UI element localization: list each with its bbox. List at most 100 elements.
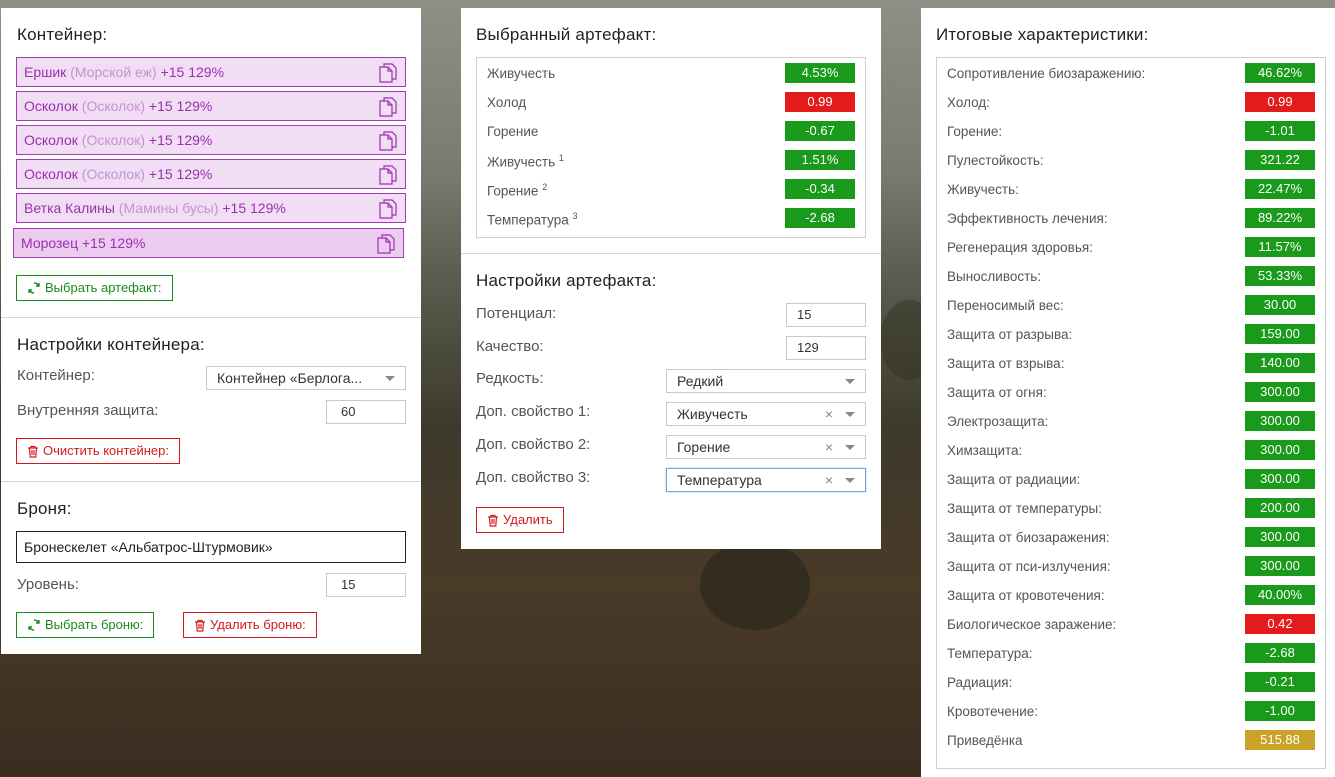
stat-value-badge: 4.53%	[785, 63, 855, 83]
stat-name: Электрозащита:	[947, 414, 1048, 429]
stat-value-badge: 0.99	[785, 92, 855, 112]
artifact-item[interactable]: Ершик (Морской еж) +15 129%	[16, 57, 406, 87]
stat-name-text: Химзащита:	[947, 443, 1023, 458]
stat-value-badge: 140.00	[1245, 353, 1315, 373]
stat-value-badge: 300.00	[1245, 469, 1315, 489]
prop1-label: Доп. свойство 1:	[476, 403, 591, 420]
stat-name-text: Живучесть:	[947, 182, 1019, 197]
artifact-item[interactable]: Осколок (Осколок) +15 129%	[16, 159, 406, 189]
artifact-stats-table: Живучесть 4.53% Холод 0.99 Горение -0.67 Живуч…	[476, 57, 866, 238]
stat-name-text: Холод:	[947, 95, 990, 110]
select-armor-button[interactable]: Выбрать броню:	[16, 612, 155, 638]
select-artifact-button[interactable]: Выбрать артефакт:	[16, 275, 173, 301]
artifact-item[interactable]: Осколок (Осколок) +15 129%	[16, 91, 406, 121]
artifact-item[interactable]: Морозец +15 129%	[13, 228, 404, 258]
inner-protection-label: Внутренняя защита:	[17, 402, 159, 419]
trash-icon	[488, 514, 498, 527]
stat-value-badge: 40.00%	[1245, 585, 1315, 605]
container-select[interactable]: Контейнер «Берлога...	[206, 366, 406, 390]
stat-name-text: Кровотечение:	[947, 704, 1038, 719]
container-title: Контейнер:	[17, 25, 108, 44]
stat-superscript: 2	[542, 182, 548, 192]
prop3-select[interactable]: Температура ×	[666, 468, 866, 492]
clear-icon[interactable]: ×	[825, 436, 833, 458]
armor-field[interactable]: Бронескелет «Альбатрос-Штурмовик»	[16, 531, 406, 563]
copy-document-icon[interactable]	[379, 165, 397, 185]
stat-name-text: Холод	[487, 95, 527, 110]
stat-row: Кровотечение: -1.00	[937, 698, 1325, 727]
stat-superscript: 1	[558, 153, 564, 163]
artifact-item[interactable]: Осколок (Осколок) +15 129%	[16, 125, 406, 155]
prop1-select[interactable]: Живучесть ×	[666, 402, 866, 426]
stat-value-badge: 300.00	[1245, 527, 1315, 547]
stat-value-badge: 300.00	[1245, 382, 1315, 402]
quality-input[interactable]: 129	[786, 336, 866, 360]
inner-protection-input[interactable]: 60	[326, 400, 406, 424]
copy-document-icon[interactable]	[377, 234, 395, 254]
copy-document-icon[interactable]	[379, 63, 397, 83]
stat-name-text: Горение	[487, 124, 539, 139]
artifact-name: Морозец	[21, 235, 79, 251]
stat-name: Химзащита:	[947, 443, 1022, 458]
chevron-down-icon	[845, 445, 855, 450]
totals-stats-table: Сопротивление биозаражению: 46.62% Холод: 0…	[936, 57, 1326, 769]
potential-input[interactable]: 15	[786, 303, 866, 327]
stat-row: Регенерация здоровья: 11.57%	[937, 234, 1325, 263]
copy-document-icon[interactable]	[379, 97, 397, 117]
stat-name: Живучесть:	[947, 182, 1019, 197]
divider	[461, 253, 881, 254]
stat-row: Защита от пси-излучения: 300.00	[937, 553, 1325, 582]
level-input[interactable]: 15	[326, 573, 406, 597]
stat-name: Горение	[487, 124, 538, 139]
stat-name: Защита от радиации:	[947, 472, 1080, 487]
clear-container-button[interactable]: Очистить контейнер:	[16, 438, 180, 464]
stat-superscript: 3	[572, 211, 578, 221]
stat-name: Холод:	[947, 95, 990, 110]
prop2-select[interactable]: Горение ×	[666, 435, 866, 459]
rarity-label: Редкость:	[476, 370, 544, 387]
stat-row: Живучесть: 22.47%	[937, 176, 1325, 205]
stat-value-badge: 46.62%	[1245, 63, 1315, 83]
clear-icon[interactable]: ×	[825, 403, 833, 425]
quality-label: Качество:	[476, 338, 544, 355]
copy-document-icon[interactable]	[379, 131, 397, 151]
stat-row: Химзащита: 300.00	[937, 437, 1325, 466]
chevron-down-icon	[385, 376, 395, 381]
rarity-select[interactable]: Редкий	[666, 369, 866, 393]
delete-armor-button[interactable]: Удалить броню:	[183, 612, 317, 638]
stat-name-text: Живучесть	[487, 66, 556, 81]
stat-value-badge: 321.22	[1245, 150, 1315, 170]
artifact-settings-title: Настройки артефакта:	[476, 271, 657, 290]
chevron-down-icon	[845, 478, 855, 483]
copy-document-icon[interactable]	[379, 199, 397, 219]
stat-name: Холод	[487, 95, 526, 110]
stat-value-badge: 89.22%	[1245, 208, 1315, 228]
delete-artifact-button[interactable]: Удалить	[476, 507, 564, 533]
stat-row: Горение 2 -0.34	[477, 176, 865, 205]
stat-row: Живучесть 4.53%	[477, 60, 865, 89]
stat-name: Горение:	[947, 124, 1002, 139]
artifact-level: +15 129%	[148, 166, 213, 182]
stat-name-text: Защита от радиации:	[947, 472, 1081, 487]
prop2-label: Доп. свойство 2:	[476, 436, 591, 453]
stat-row: Биологическое заражение: 0.42	[937, 611, 1325, 640]
potential-label: Потенциал:	[476, 305, 557, 322]
stat-name-text: Эффективность лечения:	[947, 211, 1108, 226]
clear-icon[interactable]: ×	[825, 469, 833, 491]
stat-value-badge: 200.00	[1245, 498, 1315, 518]
artifact-name: Ветка Калины	[24, 200, 115, 216]
artifact-item[interactable]: Ветка Калины (Мамины бусы) +15 129%	[16, 193, 406, 223]
artifact-name: Осколок	[24, 98, 78, 114]
stat-row: Живучесть 1 1.51%	[477, 147, 865, 176]
background-tree	[700, 540, 810, 630]
artifact-name: Осколок	[24, 132, 78, 148]
stat-row: Радиация: -0.21	[937, 669, 1325, 698]
stat-value-badge: -1.00	[1245, 701, 1315, 721]
divider	[1, 317, 421, 318]
artifact-name: Ершик	[24, 64, 67, 80]
stat-row: Холод 0.99	[477, 89, 865, 118]
stat-value-badge: 0.42	[1245, 614, 1315, 634]
stat-name-text: Горение:	[947, 124, 1003, 139]
stat-value-badge: -2.68	[785, 208, 855, 228]
stat-name-text: Приведёнка	[947, 733, 1023, 748]
